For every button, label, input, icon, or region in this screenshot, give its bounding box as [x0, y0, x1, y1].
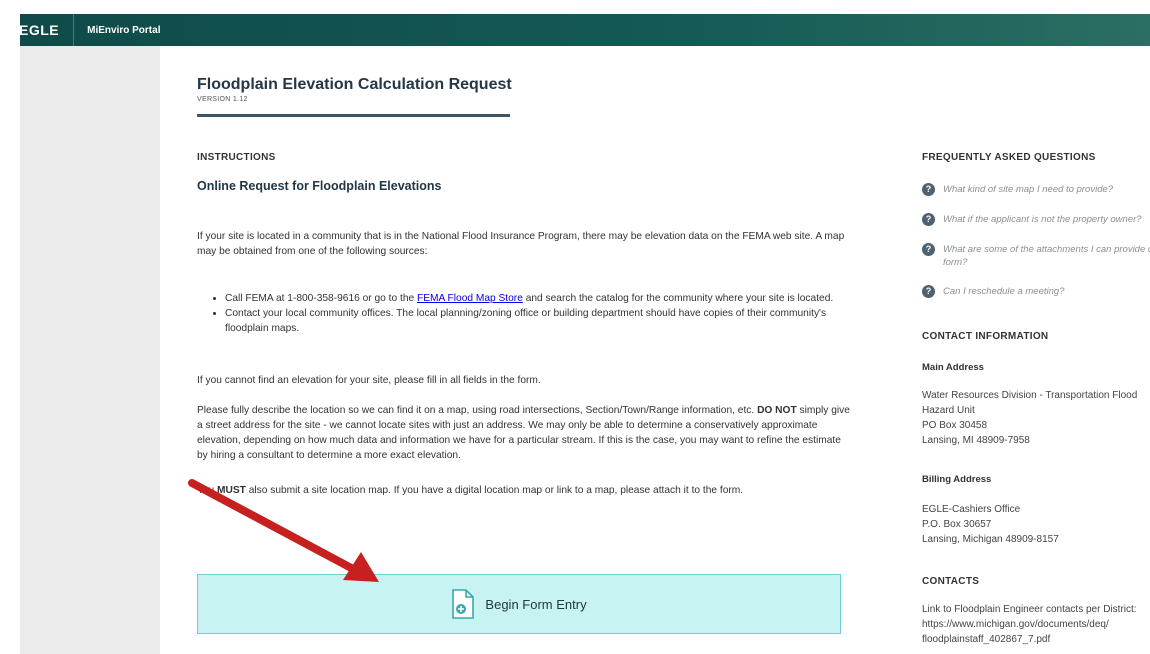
paragraph-text: You: [197, 485, 218, 496]
describe-location-paragraph: Please fully describe the location so we…: [197, 403, 853, 463]
faq-text: Can I reschedule a meeting?: [943, 286, 1065, 297]
left-margin: [0, 14, 20, 654]
right-sidebar: FREQUENTLY ASKED QUESTIONS ? What kind o…: [922, 46, 1150, 654]
billing-address: EGLE-Cashiers Office P.O. Box 30657 Lans…: [922, 502, 1059, 547]
instructions-heading: INSTRUCTIONS: [197, 152, 276, 163]
begin-form-entry-button[interactable]: Begin Form Entry: [197, 574, 841, 634]
list-item: Contact your local community offices. Th…: [225, 306, 853, 336]
address-line: Lansing, Michigan 48909-8157: [922, 534, 1059, 545]
contacts-text: Link to Floodplain Engineer contacts per…: [922, 602, 1137, 647]
intro-paragraph: If your site is located in a community t…: [197, 231, 845, 257]
address-line: PO Box 30458: [922, 420, 988, 431]
question-icon: ?: [922, 285, 935, 298]
main-address-label: Main Address: [922, 362, 984, 373]
site-map-paragraph: You MUST also submit a site location map…: [197, 483, 853, 498]
main-address: Water Resources Division - Transportatio…: [922, 388, 1137, 448]
faq-text: What kind of site map I need to provide?: [943, 184, 1114, 195]
title-divider: [197, 114, 510, 117]
version-label: VERSION 1.12: [197, 96, 248, 103]
instructions-subheading: Online Request for Floodplain Elevations: [197, 179, 442, 193]
new-document-icon: [452, 589, 475, 619]
faq-text: What if the applicant is not the propert…: [943, 214, 1142, 225]
emphasis-text: MUST: [217, 485, 246, 496]
faq-heading: FREQUENTLY ASKED QUESTIONS: [922, 152, 1096, 163]
bullet-text: Call FEMA at 1-800-358-9616 or go to the: [225, 293, 417, 304]
faq-item-reschedule[interactable]: ? Can I reschedule a meeting?: [922, 285, 1064, 298]
top-nav-bar: EGLE MiEnviro Portal: [0, 14, 1150, 46]
contacts-heading: CONTACTS: [922, 576, 980, 587]
begin-button-label: Begin Form Entry: [485, 596, 587, 612]
floodplain-staff-link[interactable]: https://www.michigan.gov/documents/deq/: [922, 617, 1137, 632]
fema-map-store-link[interactable]: FEMA Flood Map Store: [417, 293, 523, 304]
question-icon: ?: [922, 213, 935, 226]
question-icon: ?: [922, 183, 935, 196]
left-side-panel: [20, 46, 160, 654]
page-title: Floodplain Elevation Calculation Request: [197, 76, 512, 93]
sources-list: Call FEMA at 1-800-358-9616 or go to the…: [197, 291, 853, 336]
faq-text: What are some of the attachments I can p…: [943, 243, 1150, 269]
contacts-line: Link to Floodplain Engineer contacts per…: [922, 604, 1137, 615]
paragraph-text: also submit a site location map. If you …: [245, 485, 744, 496]
faq-item-attachments[interactable]: ? What are some of the attachments I can…: [922, 243, 1150, 269]
address-line: Hazard Unit: [922, 405, 975, 416]
bullet-text: and search the catalog for the community…: [522, 293, 834, 304]
contact-info-heading: CONTACT INFORMATION: [922, 331, 1049, 342]
faq-text-line: form?: [943, 257, 968, 268]
address-line: P.O. Box 30657: [922, 519, 992, 530]
faq-text-line: What are some of the attachments I can p…: [943, 244, 1150, 255]
address-line: EGLE-Cashiers Office: [922, 504, 1021, 515]
portal-name[interactable]: MiEnviro Portal: [74, 25, 160, 36]
paragraph-text: Please fully describe the location so we…: [197, 405, 758, 416]
floodplain-staff-link[interactable]: floodplainstaff_402867_7.pdf: [922, 632, 1137, 647]
emphasis-text: DO NOT: [757, 405, 797, 416]
find-elevation-paragraph: If you cannot find an elevation for your…: [197, 375, 541, 386]
faq-item-site-map[interactable]: ? What kind of site map I need to provid…: [922, 183, 1113, 196]
billing-address-label: Billing Address: [922, 474, 992, 485]
faq-item-property-owner[interactable]: ? What if the applicant is not the prope…: [922, 213, 1142, 226]
question-icon: ?: [922, 243, 935, 256]
address-line: Water Resources Division - Transportatio…: [922, 390, 1138, 401]
list-item: Call FEMA at 1-800-358-9616 or go to the…: [225, 291, 853, 306]
address-line: Lansing, MI 48909-7958: [922, 435, 1030, 446]
